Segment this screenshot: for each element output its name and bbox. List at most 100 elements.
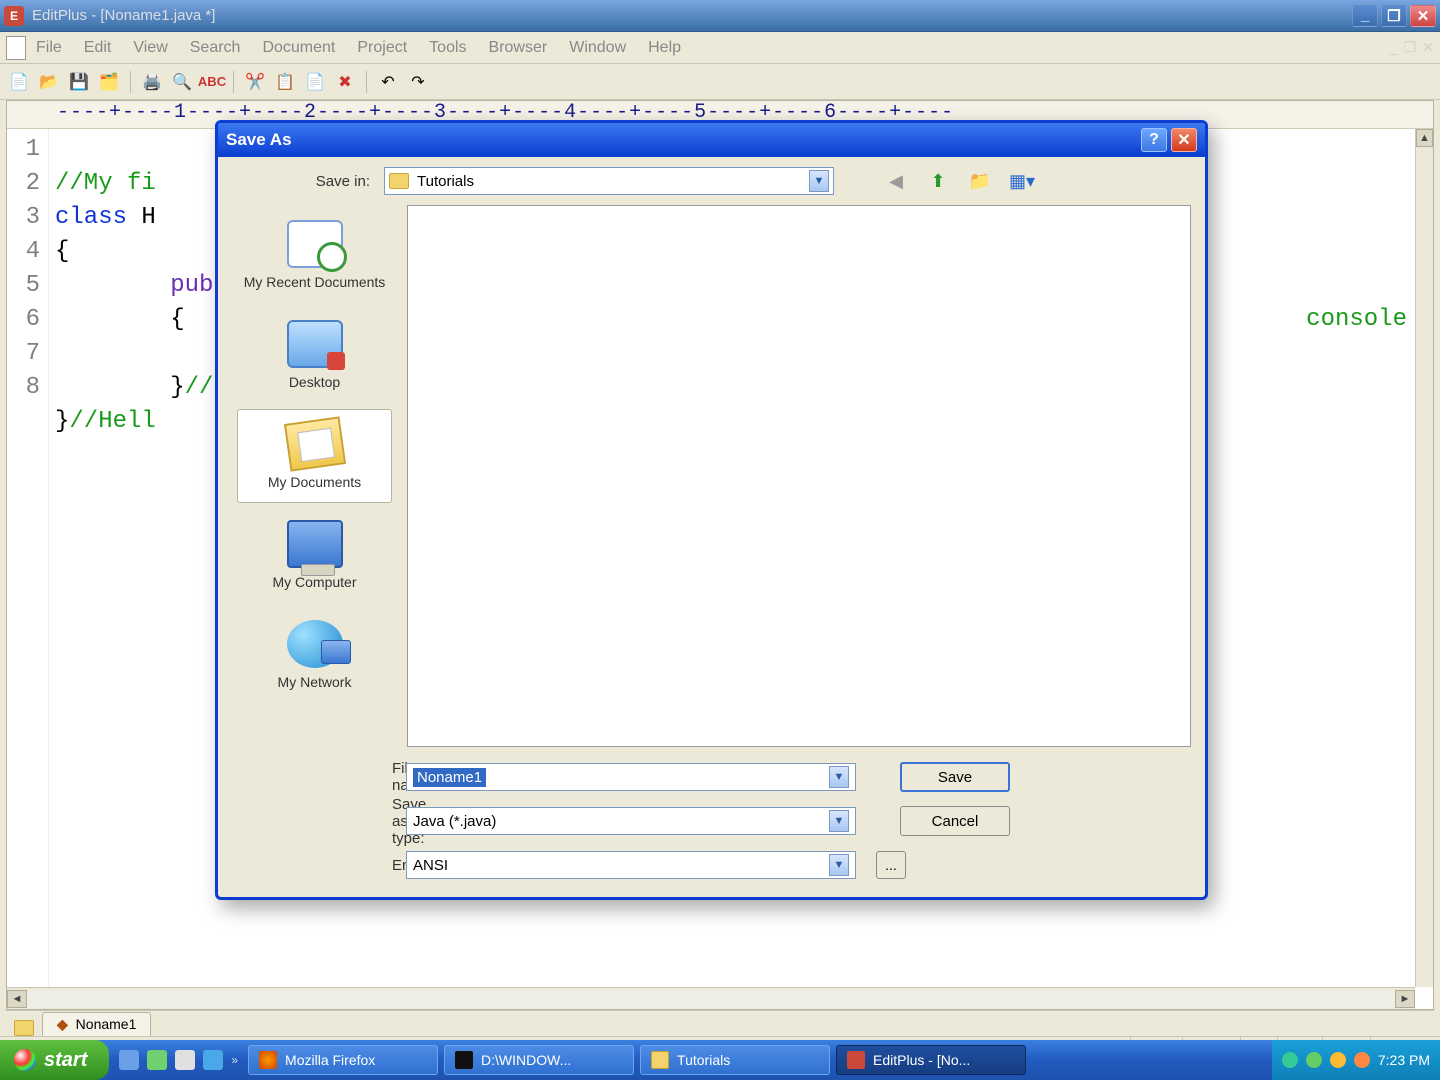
save-in-combobox[interactable]: Tutorials ▼: [384, 167, 834, 195]
menu-help[interactable]: Help: [648, 39, 681, 57]
tool-undo-icon[interactable]: ↶: [375, 69, 401, 95]
task-label: Mozilla Firefox: [285, 1052, 375, 1068]
dialog-close-button[interactable]: ✕: [1171, 128, 1197, 152]
tray-clock[interactable]: 7:23 PM: [1378, 1052, 1430, 1068]
task-button-tutorials[interactable]: Tutorials: [640, 1045, 830, 1075]
window-minimize-button[interactable]: _: [1352, 5, 1378, 27]
quick-launch-icon[interactable]: [147, 1050, 167, 1070]
place-label: My Computer: [242, 574, 387, 590]
new-folder-icon[interactable]: 📁: [966, 167, 994, 195]
scroll-left-icon[interactable]: ◄: [7, 990, 27, 1008]
tool-copy-icon[interactable]: 📋: [272, 69, 298, 95]
quick-launch-icon[interactable]: [119, 1050, 139, 1070]
code-text: {: [55, 306, 185, 333]
tool-new-icon[interactable]: 📄: [6, 69, 32, 95]
firefox-icon: [259, 1051, 277, 1069]
menu-search[interactable]: Search: [190, 39, 241, 57]
task-button-cmd[interactable]: D:\WINDOW...: [444, 1045, 634, 1075]
dropdown-arrow-icon[interactable]: ▼: [829, 854, 849, 876]
window-close-button[interactable]: ✕: [1410, 5, 1436, 27]
menu-document[interactable]: Document: [262, 39, 335, 57]
editplus-icon: [847, 1051, 865, 1069]
dropdown-arrow-icon[interactable]: ▼: [809, 170, 829, 192]
tool-open-icon[interactable]: 📂: [36, 69, 62, 95]
save-button[interactable]: Save: [900, 762, 1010, 792]
gutter-line: 5: [7, 269, 40, 303]
save-as-type-combobox[interactable]: Java (*.java) ▼: [406, 807, 856, 835]
place-recent-documents[interactable]: My Recent Documents: [237, 209, 392, 303]
mdi-document-icon[interactable]: [6, 36, 26, 60]
place-my-network[interactable]: My Network: [237, 609, 392, 703]
tool-save-icon[interactable]: 💾: [66, 69, 92, 95]
view-menu-icon[interactable]: ▦▾: [1008, 167, 1036, 195]
tray-icon[interactable]: [1330, 1052, 1346, 1068]
code-text: //: [185, 374, 214, 401]
tool-paste-icon[interactable]: 📄: [302, 69, 328, 95]
place-label: My Network: [242, 674, 387, 690]
cancel-button[interactable]: Cancel: [900, 806, 1010, 836]
my-network-icon: [287, 620, 343, 668]
tray-icon[interactable]: [1354, 1052, 1370, 1068]
start-button[interactable]: start: [0, 1040, 109, 1080]
menu-project[interactable]: Project: [357, 39, 407, 57]
tray-icon[interactable]: [1282, 1052, 1298, 1068]
dropdown-arrow-icon[interactable]: ▼: [829, 810, 849, 832]
menu-browser[interactable]: Browser: [489, 39, 548, 57]
quick-launch-icon[interactable]: [175, 1050, 195, 1070]
menu-edit[interactable]: Edit: [84, 39, 112, 57]
encoding-value: ANSI: [413, 857, 448, 874]
place-my-computer[interactable]: My Computer: [237, 509, 392, 603]
place-my-documents[interactable]: My Documents: [237, 409, 392, 503]
scroll-track[interactable]: [27, 990, 1395, 1008]
tab-label: Noname1: [76, 1016, 137, 1032]
encoding-more-button[interactable]: ...: [876, 851, 906, 879]
tool-cut-icon[interactable]: ✂️: [242, 69, 268, 95]
tray-icon[interactable]: [1306, 1052, 1322, 1068]
quick-launch-overflow-icon[interactable]: »: [231, 1053, 238, 1067]
dialog-titlebar[interactable]: Save As ? ✕: [218, 123, 1205, 157]
mdi-restore-icon[interactable]: ❐: [1404, 39, 1417, 56]
task-button-firefox[interactable]: Mozilla Firefox: [248, 1045, 438, 1075]
code-text: }: [55, 408, 69, 435]
window-maximize-button[interactable]: ❐: [1381, 5, 1407, 27]
gutter-line: 7: [7, 337, 40, 371]
start-orb-icon: [14, 1049, 36, 1071]
menu-view[interactable]: View: [133, 39, 167, 57]
window-title: EditPlus - [Noname1.java *]: [32, 7, 1349, 24]
tool-delete-icon[interactable]: ✖: [332, 69, 358, 95]
mdi-window-controls: _ ❐ ✕: [1390, 39, 1434, 56]
quick-launch-icon[interactable]: [203, 1050, 223, 1070]
code-text: pub: [170, 272, 213, 299]
place-desktop[interactable]: Desktop: [237, 309, 392, 403]
menu-file[interactable]: File: [36, 39, 62, 57]
tool-print-icon[interactable]: 🖨️: [139, 69, 165, 95]
tool-redo-icon[interactable]: ↷: [405, 69, 431, 95]
code-text: console: [1306, 303, 1407, 337]
nav-back-icon[interactable]: ◀: [882, 167, 910, 195]
document-tabs: ◆ Noname1: [6, 1010, 1434, 1036]
file-name-combobox[interactable]: Noname1 ▼: [406, 763, 856, 791]
scroll-right-icon[interactable]: ►: [1395, 990, 1415, 1008]
dropdown-arrow-icon[interactable]: ▼: [829, 766, 849, 788]
code-text: //Hell: [69, 408, 155, 435]
scroll-up-icon[interactable]: ▲: [1416, 129, 1433, 147]
encoding-combobox[interactable]: ANSI ▼: [406, 851, 856, 879]
nav-up-icon[interactable]: ⬆: [924, 167, 952, 195]
task-button-editplus[interactable]: EditPlus - [No...: [836, 1045, 1026, 1075]
mdi-close-icon[interactable]: ✕: [1422, 39, 1434, 56]
tool-preview-icon[interactable]: 🔍: [169, 69, 195, 95]
tool-spell-icon[interactable]: ABC: [199, 69, 225, 95]
directory-icon[interactable]: [14, 1020, 34, 1036]
folder-icon: [389, 173, 409, 189]
menu-window[interactable]: Window: [569, 39, 626, 57]
dialog-help-button[interactable]: ?: [1141, 128, 1167, 152]
mdi-minimize-icon[interactable]: _: [1390, 39, 1398, 56]
editor-vertical-scrollbar[interactable]: ▲: [1415, 129, 1433, 987]
encoding-label: Encoding:: [232, 857, 392, 874]
tool-saveall-icon[interactable]: 🗂️: [96, 69, 122, 95]
menu-tools[interactable]: Tools: [429, 39, 466, 57]
editor-horizontal-scrollbar[interactable]: ◄ ►: [7, 987, 1415, 1009]
app-icon: E: [4, 6, 24, 26]
tab-noname1[interactable]: ◆ Noname1: [42, 1012, 151, 1036]
file-list-pane[interactable]: [407, 205, 1191, 747]
